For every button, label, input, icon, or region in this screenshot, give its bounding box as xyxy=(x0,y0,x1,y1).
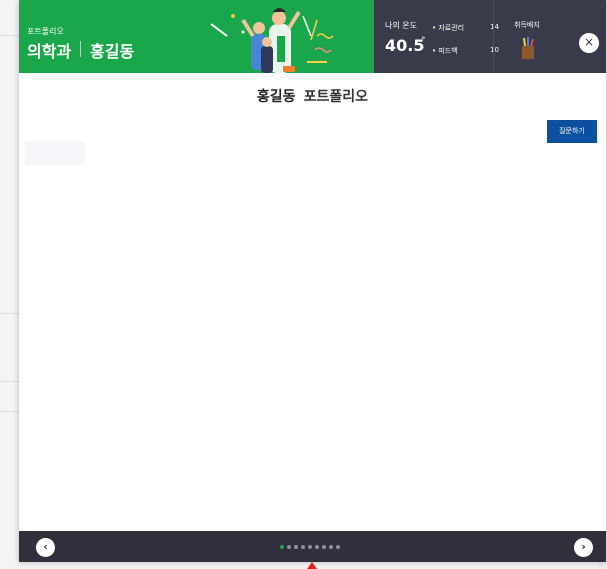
portfolio-label: 포트폴리오 xyxy=(27,27,64,36)
badge-label: 취득배지 xyxy=(514,21,540,29)
doctor-arm xyxy=(287,10,301,30)
header-divider xyxy=(493,0,494,73)
close-button[interactable]: × xyxy=(579,33,599,53)
temperature-label: 나의 온도 xyxy=(385,21,417,30)
stat-label: • 피드백 xyxy=(432,47,458,55)
backdrop-divider xyxy=(0,411,20,412)
doctor-shirt xyxy=(277,36,285,62)
tooltip-pointer-icon xyxy=(307,562,317,569)
student-head xyxy=(262,37,272,47)
portfolio-header: 포트폴리오 의학과 홍길동 나의 온도 40.5 ° • 자료관리 14 • 피… xyxy=(19,0,606,73)
department-name: 의학과 xyxy=(27,42,72,61)
pencil-holder-icon xyxy=(522,37,534,59)
stat-materials: • 자료관리 14 xyxy=(432,23,499,33)
student-head xyxy=(253,22,265,34)
page-title: 홍길동 포트폴리오 xyxy=(19,86,606,106)
next-page-button[interactable]: › xyxy=(574,538,593,557)
page-dot[interactable] xyxy=(301,545,305,549)
backdrop-divider xyxy=(0,313,20,314)
doctor-hair xyxy=(273,8,286,12)
backdrop-divider xyxy=(0,35,20,36)
chevron-left-icon: ‹ xyxy=(43,540,48,553)
student-figure xyxy=(261,46,273,73)
pencil xyxy=(530,38,534,47)
student-arm xyxy=(241,18,255,38)
page-dot[interactable] xyxy=(329,545,333,549)
confetti-line xyxy=(210,23,228,37)
page-dot[interactable] xyxy=(315,545,319,549)
header-separator xyxy=(80,41,81,57)
pagination-bar: ‹ › xyxy=(19,531,606,562)
stat-feedback: • 피드백 10 xyxy=(432,46,499,56)
content-placeholder xyxy=(25,141,86,165)
stat-label: • 자료관리 xyxy=(432,24,465,32)
pencil xyxy=(523,37,526,47)
confetti-squiggle xyxy=(316,33,334,39)
page-dot[interactable] xyxy=(287,545,291,549)
page-dot[interactable] xyxy=(308,545,312,549)
temperature-unit: ° xyxy=(421,36,426,46)
title-suffix: 포트폴리오 xyxy=(303,89,369,105)
confetti-dot xyxy=(241,30,245,34)
chevron-right-icon: › xyxy=(581,540,586,553)
page-dot[interactable] xyxy=(280,545,284,549)
stat-value: 10 xyxy=(490,46,499,54)
confetti-dot xyxy=(231,14,235,18)
book xyxy=(283,66,295,72)
page-dot[interactable] xyxy=(322,545,326,549)
close-icon: × xyxy=(583,35,595,49)
confetti-line xyxy=(302,15,312,37)
students-celebrating-illustration xyxy=(210,8,334,73)
temperature-value: 40.5 xyxy=(385,36,425,55)
doctor-head xyxy=(272,11,286,25)
page-dot[interactable] xyxy=(336,545,340,549)
page-dot[interactable] xyxy=(294,545,298,549)
prev-page-button[interactable]: ‹ xyxy=(36,538,55,557)
title-student-name: 홍길동 xyxy=(256,89,296,105)
confetti-squiggle xyxy=(314,47,332,53)
stat-value: 14 xyxy=(490,23,499,31)
portfolio-modal: 포트폴리오 의학과 홍길동 나의 온도 40.5 ° • 자료관리 14 • 피… xyxy=(19,0,606,562)
student-name: 홍길동 xyxy=(90,42,135,61)
holder-cup xyxy=(522,46,534,59)
confetti-line xyxy=(310,19,318,41)
backdrop-divider xyxy=(0,381,20,382)
ask-question-button[interactable]: 질문하기 xyxy=(547,120,597,143)
